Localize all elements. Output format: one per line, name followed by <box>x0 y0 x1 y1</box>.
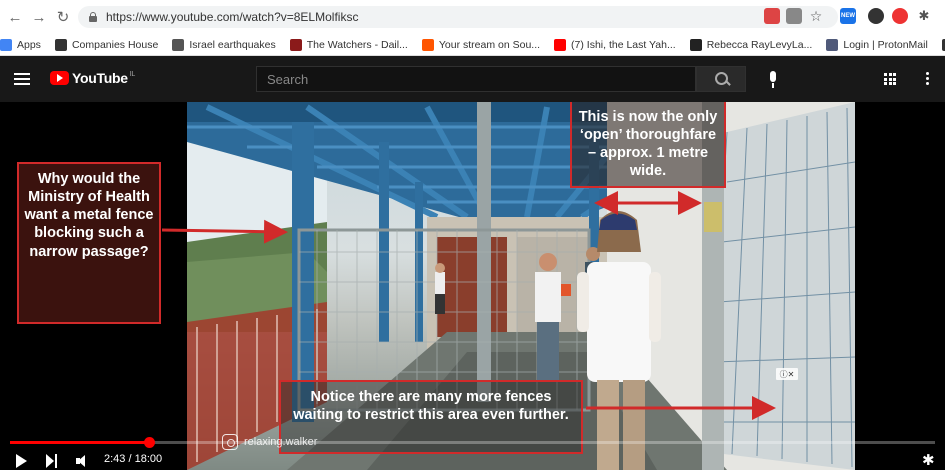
bookmark-favicon-icon <box>826 38 839 51</box>
logo-region: IL <box>129 70 136 78</box>
callout-top-right-text: This is now the only ‘open’ thoroughfare… <box>578 109 718 180</box>
bookmark-label: Login | ProtonMail <box>843 38 928 51</box>
bookmark-label: Companies House <box>71 38 159 51</box>
address-bar[interactable]: https://www.youtube.com/watch?v=8ELMolfi… <box>78 6 838 28</box>
time-display: 2:43 / 18:00 <box>104 453 163 465</box>
youtube-logo[interactable]: YouTube IL <box>50 70 135 86</box>
search-icon[interactable] <box>696 66 746 92</box>
search-input[interactable]: Search <box>256 66 696 92</box>
reload-icon[interactable]: ↻ <box>52 6 74 28</box>
browser-toolbar: ← → ↻ https://www.youtube.com/watch?v=8E… <box>0 0 945 34</box>
bookmark-item[interactable]: Companies House <box>54 38 159 51</box>
bookmark-favicon-icon <box>689 38 702 51</box>
lock-icon <box>88 12 98 22</box>
bookmark-item[interactable]: Apps <box>0 38 41 51</box>
bookmark-label: Apps <box>17 38 41 51</box>
bookmark-star-icon[interactable]: ☆ <box>808 8 824 24</box>
forward-icon[interactable]: → <box>28 6 50 28</box>
bookmark-favicon-icon <box>554 38 567 51</box>
bookmark-favicon-icon <box>289 38 302 51</box>
extension-icon[interactable] <box>764 8 780 24</box>
logo-text: YouTube <box>72 70 128 86</box>
puzzle-icon[interactable]: ✱ <box>916 8 932 24</box>
gear-icon[interactable]: ✱ <box>922 453 936 468</box>
bookmark-favicon-icon <box>172 38 185 51</box>
more-options-icon[interactable] <box>926 72 930 86</box>
volume-icon[interactable] <box>76 455 90 467</box>
progress-fill <box>10 441 149 444</box>
youtube-play-icon <box>50 71 69 85</box>
extension-icon[interactable] <box>786 8 802 24</box>
url-text: https://www.youtube.com/watch?v=8ELMolfi… <box>106 10 359 24</box>
ad-close-icon[interactable]: ⓘ✕ <box>776 368 798 380</box>
youtube-header: YouTube IL Search <box>0 56 945 102</box>
bookmark-item[interactable]: Rebecca RayLevyLa... <box>689 38 813 51</box>
extension-icon[interactable] <box>868 8 884 24</box>
player-controls: 2:43 / 18:00 ✱ <box>0 452 945 470</box>
bookmark-label: Israel earthquakes <box>189 38 276 51</box>
extension-icon[interactable] <box>892 8 908 24</box>
bookmark-item[interactable]: (7) Ishi, the Last Yah... <box>554 38 676 51</box>
progress-bar[interactable] <box>10 437 935 448</box>
bookmark-item[interactable]: Israel earthquakes <box>172 38 276 51</box>
play-icon[interactable] <box>16 454 27 468</box>
bookmark-label: (7) Ishi, the Last Yah... <box>571 38 676 51</box>
microphone-icon[interactable] <box>766 71 780 89</box>
bookmark-label: Your stream on Sou... <box>438 38 541 51</box>
callout-left: Why would the Ministry of Health want a … <box>17 162 161 324</box>
back-icon[interactable]: ← <box>4 6 26 28</box>
bookmark-item[interactable]: Your stream on Sou... <box>421 38 541 51</box>
bookmark-label: The Watchers - Dail... <box>306 38 408 51</box>
video-player[interactable]: Why would the Ministry of Health want a … <box>0 102 945 470</box>
progress-scrubber[interactable] <box>143 437 155 448</box>
callout-top-right: This is now the only ‘open’ thoroughfare… <box>570 102 726 188</box>
bookmark-label: Rebecca RayLevyLa... <box>706 38 813 51</box>
next-icon[interactable] <box>46 454 58 468</box>
bookmark-favicon-icon <box>421 38 434 51</box>
bookmark-item[interactable]: Login | ProtonMail <box>826 38 928 51</box>
bookmark-favicon-icon <box>0 38 12 51</box>
bookmarks-bar: Apps Companies House Israel earthquakes The… <box>0 34 945 56</box>
bookmark-item[interactable]: The Watchers - Dail... <box>289 38 408 51</box>
arrow-to-fence <box>161 219 288 244</box>
bookmark-favicon-icon <box>54 38 67 51</box>
new-badge-icon[interactable]: NEW <box>840 8 856 24</box>
menu-icon[interactable] <box>14 73 30 85</box>
apps-grid-icon[interactable] <box>884 73 896 85</box>
